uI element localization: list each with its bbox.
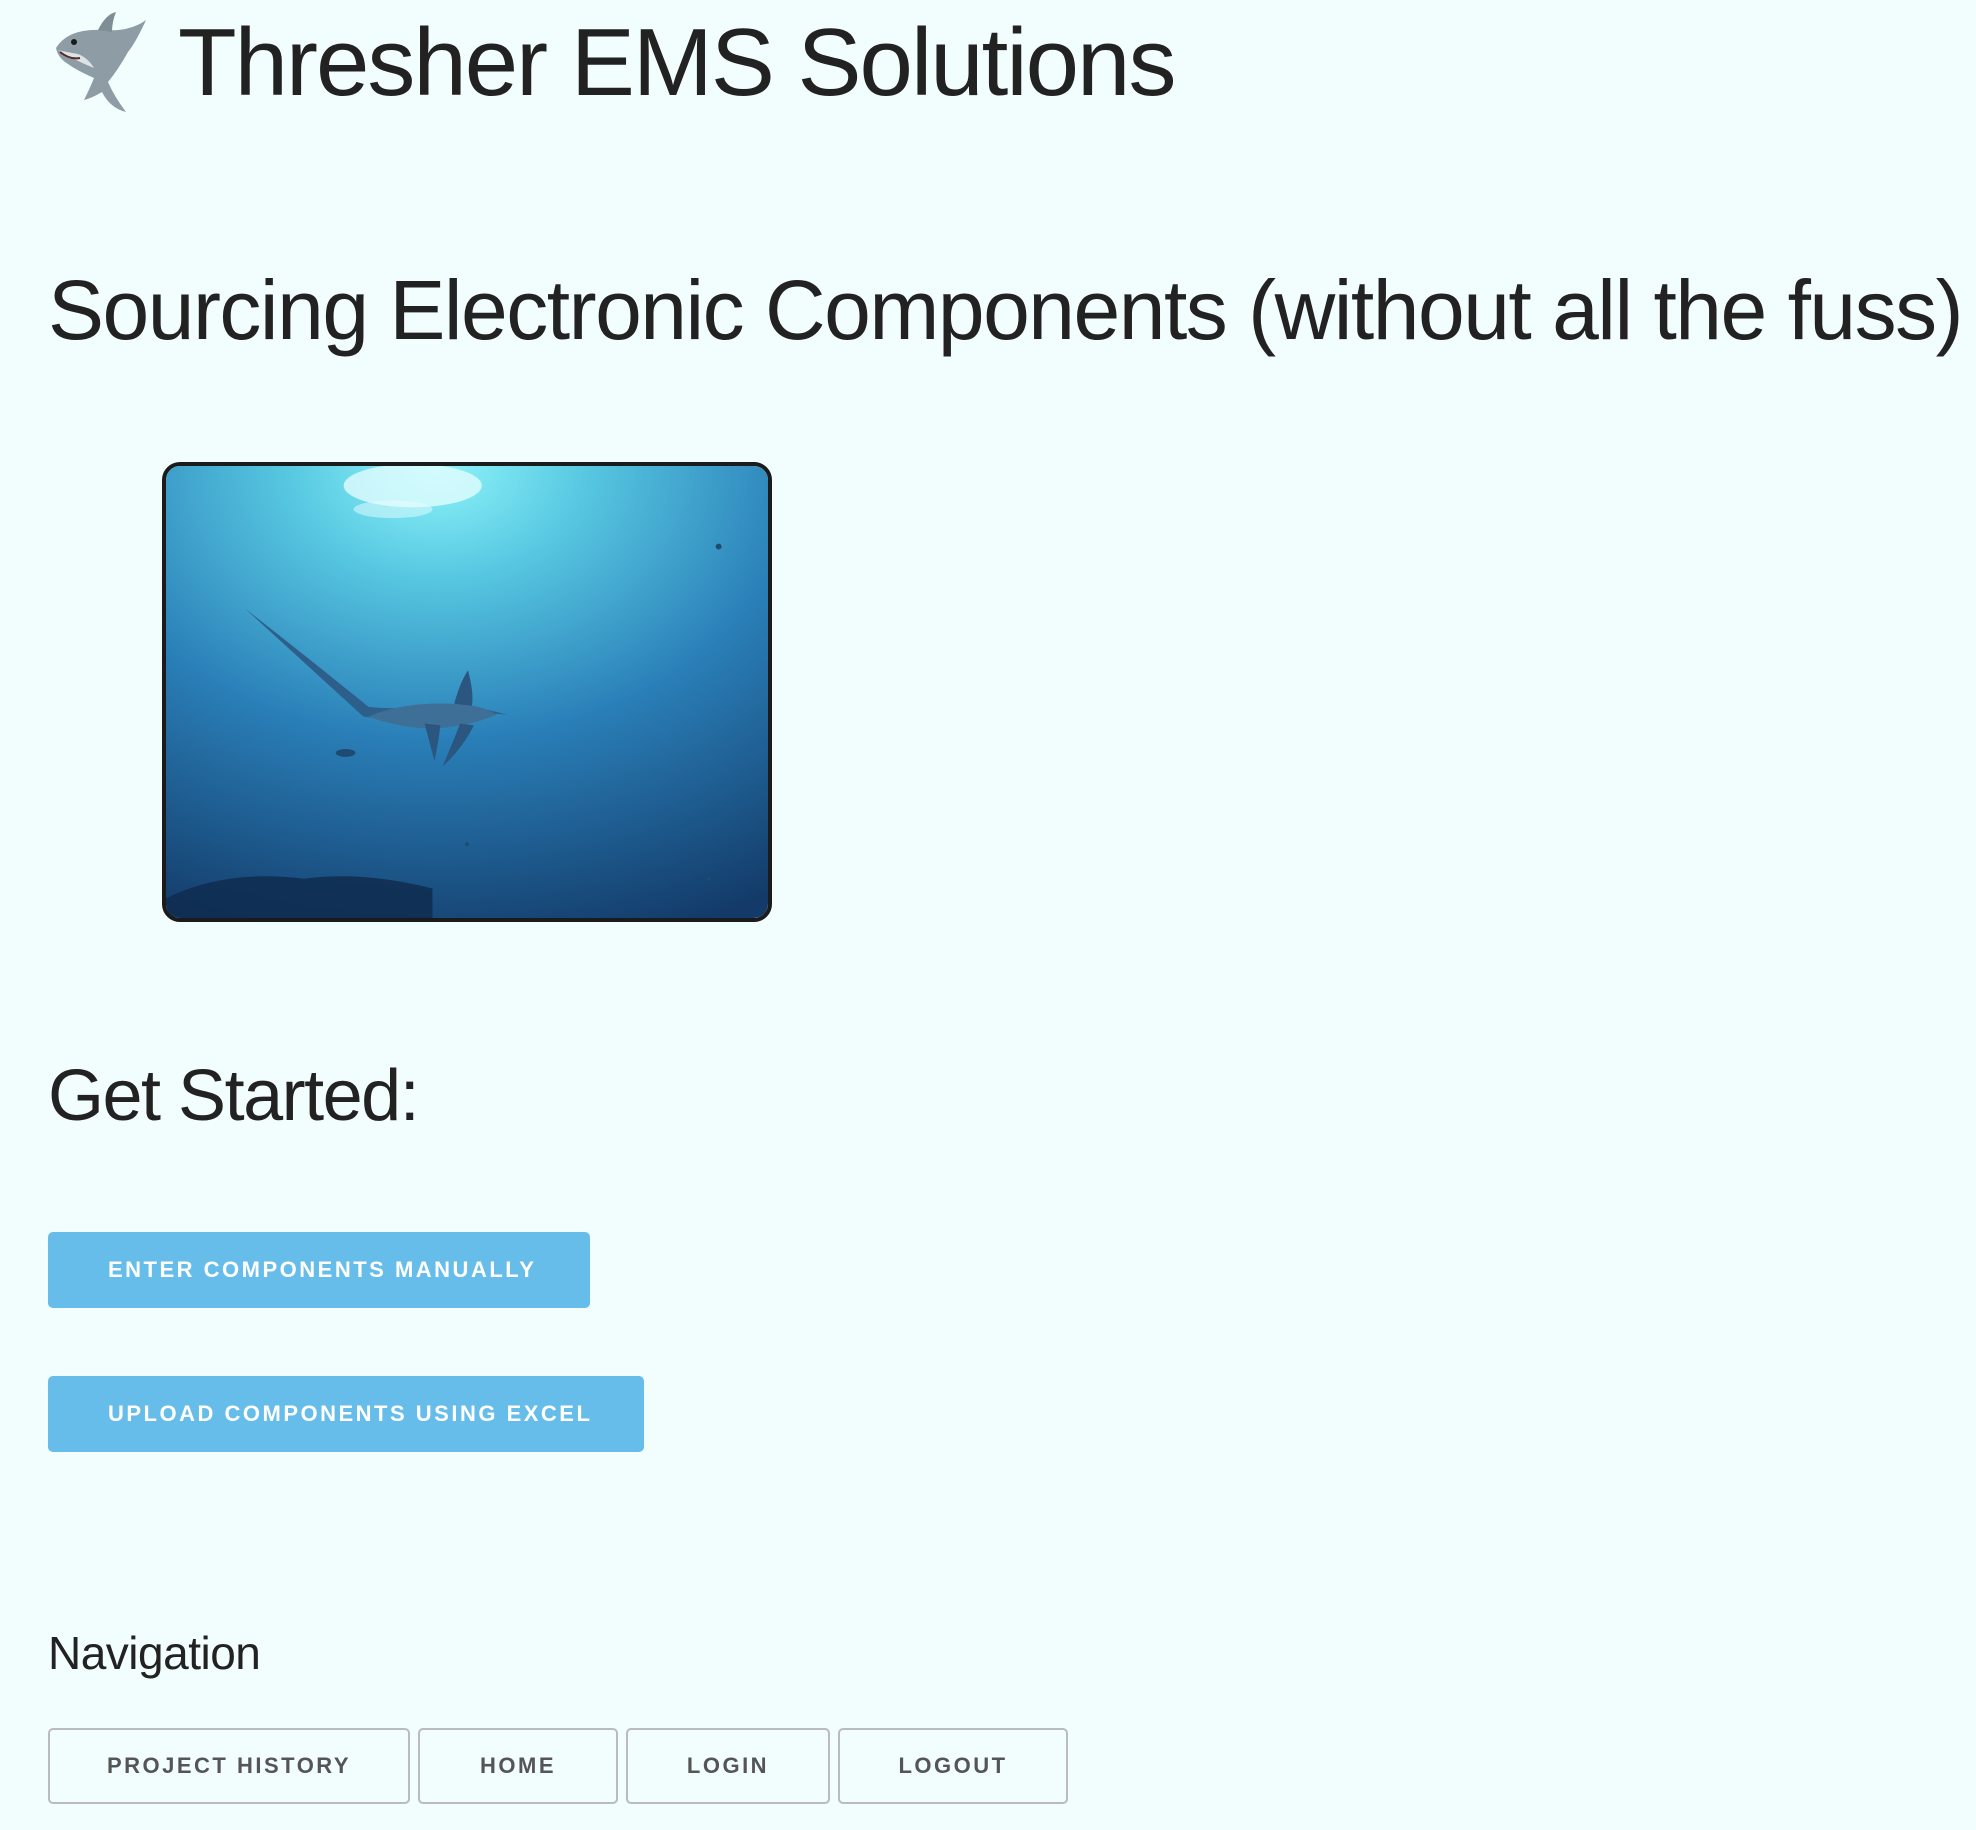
tagline: Sourcing Electronic Components (without … [48,263,1964,357]
site-header: Thresher EMS Solutions [48,8,1176,118]
navigation-heading: Navigation [48,1627,261,1679]
get-started-heading: Get Started: [48,1056,420,1136]
login-button[interactable]: LOGIN [626,1728,830,1804]
shark-icon [48,8,158,118]
hero-image [162,462,772,922]
site-title: Thresher EMS Solutions [178,9,1176,116]
upload-components-excel-button[interactable]: UPLOAD COMPONENTS USING EXCEL [48,1376,644,1452]
logout-button[interactable]: LOGOUT [838,1728,1068,1804]
enter-components-manually-button[interactable]: ENTER COMPONENTS MANUALLY [48,1232,590,1308]
navigation-bar: PROJECT HISTORY HOME LOGIN LOGOUT [48,1728,1076,1804]
project-history-button[interactable]: PROJECT HISTORY [48,1728,410,1804]
home-button[interactable]: HOME [418,1728,618,1804]
